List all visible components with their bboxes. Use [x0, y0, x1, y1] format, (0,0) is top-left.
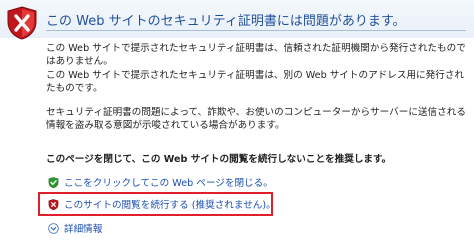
continue-to-site-link[interactable]: このサイトの閲覧を続行する (推奨されません)。 — [64, 197, 276, 211]
chevron-down-circle-icon — [48, 222, 59, 234]
red-x-shield-icon — [48, 198, 59, 210]
description-untrusted-ca: この Web サイトで提示されたセキュリティ証明書は、信頼された証明機関から発行… — [46, 43, 466, 67]
header-divider — [46, 30, 466, 31]
green-check-shield-icon — [48, 176, 59, 188]
continue-option[interactable]: このサイトの閲覧を続行する (推奨されません)。 — [48, 197, 276, 211]
shield-x-icon — [7, 6, 37, 40]
close-page-option[interactable]: ここをクリックしてこの Web ページを閉じる。 — [48, 175, 273, 189]
certificate-error-page: この Web サイトのセキュリティ証明書には問題があります。 この Web サイ… — [0, 0, 474, 251]
close-page-link[interactable]: ここをクリックしてこの Web ページを閉じる。 — [64, 175, 273, 189]
description-risk: セキュリティ証明書の問題によって、詐欺や、お使いのコンピューターからサーバーに送… — [46, 107, 466, 131]
recommendation-text: このページを閉じて、この Web サイトの閲覧を続行しないことを推奨します。 — [46, 154, 392, 165]
more-information-link[interactable]: 詳細情報 — [64, 221, 102, 235]
description-address-mismatch: この Web サイトで提示されたセキュリティ証明書は、別の Web サイトのアド… — [46, 70, 465, 94]
more-information-option[interactable]: 詳細情報 — [48, 221, 102, 235]
page-title: この Web サイトのセキュリティ証明書には問題があります。 — [46, 14, 406, 29]
